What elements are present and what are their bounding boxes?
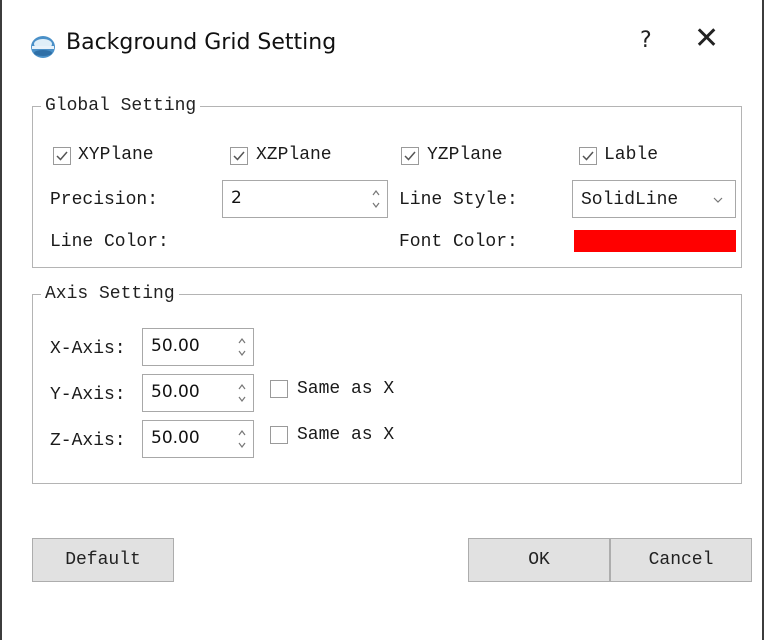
y-same-as-x-label: Same as X xyxy=(297,379,395,399)
lable-checkbox[interactable] xyxy=(579,147,597,165)
app-logo-icon xyxy=(31,36,55,58)
spin-arrows-icon[interactable] xyxy=(371,187,381,211)
default-button[interactable]: Default xyxy=(32,538,174,582)
z-axis-value: 50.00 xyxy=(151,428,200,448)
x-axis-spinbox[interactable]: 50.00 xyxy=(142,328,254,366)
spin-arrows-icon[interactable] xyxy=(237,427,247,451)
x-axis-value: 50.00 xyxy=(151,336,200,356)
ok-button[interactable]: OK xyxy=(468,538,610,582)
xzplane-checkbox[interactable] xyxy=(230,147,248,165)
font-color-swatch[interactable] xyxy=(574,230,736,252)
precision-label: Precision: xyxy=(50,190,159,210)
check-icon xyxy=(582,151,594,161)
cancel-button[interactable]: Cancel xyxy=(610,538,752,582)
lable-label: Lable xyxy=(604,145,659,165)
chevron-down-icon xyxy=(713,197,723,203)
z-axis-label: Z-Axis: xyxy=(50,431,126,451)
title-bar: Background Grid Setting ? ✕ xyxy=(0,0,766,86)
axis-setting-title: Axis Setting xyxy=(41,283,179,305)
yzplane-checkbox[interactable] xyxy=(401,147,419,165)
y-axis-spinbox[interactable]: 50.00 xyxy=(142,374,254,412)
line-color-label: Line Color: xyxy=(50,232,169,252)
y-same-as-x-checkbox[interactable] xyxy=(270,380,288,398)
help-button[interactable]: ? xyxy=(640,28,652,53)
global-setting-title: Global Setting xyxy=(41,95,201,117)
y-axis-label: Y-Axis: xyxy=(50,385,126,405)
close-button[interactable]: ✕ xyxy=(694,22,719,56)
z-axis-spinbox[interactable]: 50.00 xyxy=(142,420,254,458)
check-icon xyxy=(56,151,68,161)
font-color-label: Font Color: xyxy=(399,232,518,252)
check-icon xyxy=(233,151,245,161)
line-style-combobox[interactable]: SolidLine xyxy=(572,180,736,218)
xyplane-checkbox[interactable] xyxy=(53,147,71,165)
yzplane-label: YZPlane xyxy=(427,145,503,165)
check-icon xyxy=(404,151,416,161)
z-same-as-x-checkbox[interactable] xyxy=(270,426,288,444)
xzplane-label: XZPlane xyxy=(256,145,332,165)
xyplane-label: XYPlane xyxy=(78,145,154,165)
y-axis-value: 50.00 xyxy=(151,382,200,402)
dialog-title: Background Grid Setting xyxy=(66,30,337,55)
spin-arrows-icon[interactable] xyxy=(237,335,247,359)
precision-value: 2 xyxy=(231,188,242,208)
spin-arrows-icon[interactable] xyxy=(237,381,247,405)
z-same-as-x-label: Same as X xyxy=(297,425,395,445)
line-style-value: SolidLine xyxy=(581,190,679,210)
line-style-label: Line Style: xyxy=(399,190,518,210)
precision-spinbox[interactable]: 2 xyxy=(222,180,388,218)
x-axis-label: X-Axis: xyxy=(50,339,126,359)
